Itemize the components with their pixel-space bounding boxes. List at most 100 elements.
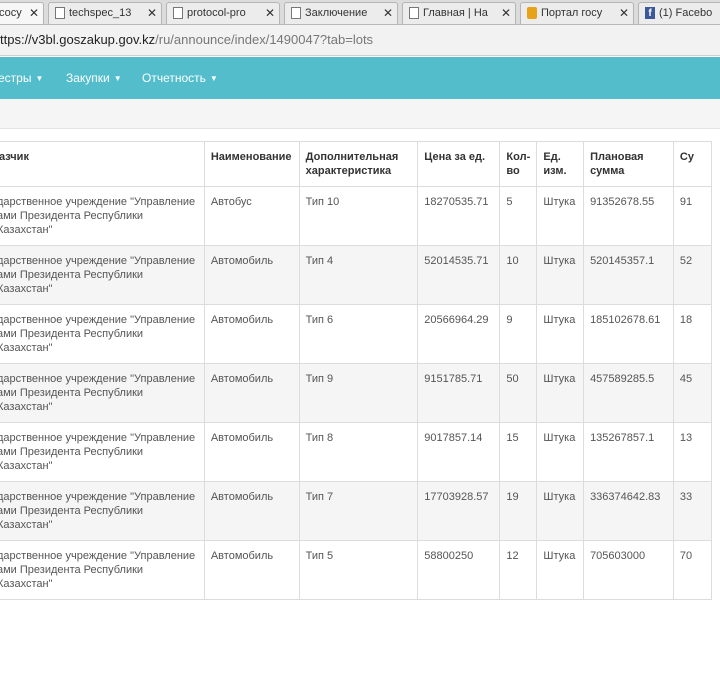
nav-item-registries[interactable]: естры ▼ <box>0 71 43 85</box>
nav-item-reports[interactable]: Отчетность ▼ <box>142 71 218 85</box>
header-sum: Су <box>672 141 713 187</box>
address-bar[interactable]: ttps://v3bl.goszakup.gov.kz/ru/announce/… <box>0 25 720 56</box>
cell-plan: 336374642.83 <box>583 481 674 541</box>
cell-customer: дарственное учреждение "Управление ами П… <box>0 540 205 600</box>
cell-sum: 52 <box>672 245 713 305</box>
page-icon <box>291 7 301 19</box>
lots-table: азчик Наименование Дополнительная характ… <box>0 141 713 600</box>
cell-extra: Тип 9 <box>298 363 419 423</box>
tab-close-icon[interactable]: ✕ <box>265 3 275 23</box>
cell-unit: Штука <box>536 540 585 600</box>
browser-tab[interactable]: Заключение ✕ <box>284 2 398 24</box>
tab-close-icon[interactable]: ✕ <box>501 3 511 23</box>
cell-name: Автомобиль <box>203 363 300 423</box>
tab-title: protocol-pro <box>187 7 246 19</box>
cell-name: Автомобиль <box>203 481 300 541</box>
url-path: /ru/announce/index/1490047?tab=lots <box>155 32 374 47</box>
portal-icon <box>527 7 537 19</box>
nav-item-label: Закупки <box>66 71 110 85</box>
cell-price: 20566964.29 <box>417 304 501 364</box>
cell-extra: Тип 10 <box>298 186 419 246</box>
cell-unit: Штука <box>536 422 585 482</box>
cell-price: 18270535.71 <box>417 186 501 246</box>
caret-down-icon: ▼ <box>209 74 218 84</box>
header-extra: Дополнительная характеристика <box>298 141 419 187</box>
nav-item-purchases[interactable]: Закупки ▼ <box>66 71 122 85</box>
customer-text: дарственное учреждение "Управление ами П… <box>0 373 196 413</box>
customer-text: дарственное учреждение "Управление ами П… <box>0 491 196 531</box>
cell-customer: дарственное учреждение "Управление ами П… <box>0 186 205 246</box>
cell-sum: 13 <box>672 422 713 482</box>
browser-tab[interactable]: f (1) Facebo <box>638 2 720 24</box>
cell-price: 17703928.57 <box>417 481 501 541</box>
tab-title: techspec_13 <box>69 7 132 19</box>
cell-customer: дарственное учреждение "Управление ами П… <box>0 363 205 423</box>
url-text[interactable]: ttps://v3bl.goszakup.gov.kz/ru/announce/… <box>0 32 373 47</box>
table-header-row: азчик Наименование Дополнительная характ… <box>0 141 713 187</box>
cell-unit: Штука <box>536 304 585 364</box>
tab-title: Заключение <box>305 7 368 19</box>
url-host: ttps://v3bl.goszakup.gov.kz <box>0 32 156 47</box>
header-unit: Ед. изм. <box>536 141 585 187</box>
nav-item-label: естры <box>0 71 32 85</box>
table-row[interactable]: дарственное учреждение "Управление ами П… <box>0 481 713 541</box>
table-row[interactable]: дарственное учреждение "Управление ами П… <box>0 186 713 246</box>
cell-plan: 185102678.61 <box>583 304 674 364</box>
browser-tab[interactable]: сосу ✕ <box>0 2 44 24</box>
page-icon <box>173 7 183 19</box>
cell-qty: 12 <box>499 540 538 600</box>
customer-text: дарственное учреждение "Управление ами П… <box>0 196 196 236</box>
cell-extra: Тип 5 <box>298 540 419 600</box>
cell-unit: Штука <box>536 481 585 541</box>
cell-plan: 135267857.1 <box>583 422 674 482</box>
cell-qty: 15 <box>499 422 538 482</box>
customer-text: дарственное учреждение "Управление ами П… <box>0 255 196 295</box>
header-customer: азчик <box>0 141 205 187</box>
table-row[interactable]: дарственное учреждение "Управление ами П… <box>0 363 713 423</box>
browser-tab[interactable]: Главная | На ✕ <box>402 2 516 24</box>
browser-tab[interactable]: techspec_13 ✕ <box>48 2 162 24</box>
cell-name: Автомобиль <box>203 304 300 364</box>
cell-customer: дарственное учреждение "Управление ами П… <box>0 422 205 482</box>
cell-customer: дарственное учреждение "Управление ами П… <box>0 481 205 541</box>
browser-tab[interactable]: Портал госу ✕ <box>520 2 634 24</box>
cell-extra: Тип 7 <box>298 481 419 541</box>
tab-title: Портал госу <box>541 7 603 19</box>
cell-price: 9017857.14 <box>417 422 501 482</box>
table-row[interactable]: дарственное учреждение "Управление ами П… <box>0 245 713 305</box>
table-row[interactable]: дарственное учреждение "Управление ами П… <box>0 540 713 600</box>
cell-customer: дарственное учреждение "Управление ами П… <box>0 245 205 305</box>
customer-text: дарственное учреждение "Управление ами П… <box>0 432 196 472</box>
tab-title: (1) Facebo <box>659 7 713 19</box>
tab-title: сосу <box>0 7 22 19</box>
caret-down-icon: ▼ <box>113 74 122 84</box>
cell-unit: Штука <box>536 245 585 305</box>
nav-item-label: Отчетность <box>142 71 206 85</box>
header-qty: Кол-во <box>499 141 538 187</box>
cell-unit: Штука <box>536 363 585 423</box>
header-name: Наименование <box>203 141 300 187</box>
cell-sum: 70 <box>672 540 713 600</box>
tab-close-icon[interactable]: ✕ <box>29 3 39 23</box>
site-navbar: естры ▼ Закупки ▼ Отчетность ▼ <box>0 57 720 99</box>
tab-close-icon[interactable]: ✕ <box>619 3 629 23</box>
cell-name: Автомобиль <box>203 540 300 600</box>
cell-name: Автомобиль <box>203 245 300 305</box>
browser-tab-strip: сосу ✕ techspec_13 ✕ protocol-pro ✕ Закл… <box>0 0 720 25</box>
tab-close-icon[interactable]: ✕ <box>147 3 157 23</box>
cell-extra: Тип 8 <box>298 422 419 482</box>
cell-extra: Тип 6 <box>298 304 419 364</box>
cell-plan: 705603000 <box>583 540 674 600</box>
cell-plan: 91352678.55 <box>583 186 674 246</box>
tab-close-icon[interactable]: ✕ <box>383 3 393 23</box>
cell-price: 52014535.71 <box>417 245 501 305</box>
cell-qty: 9 <box>499 304 538 364</box>
table-row[interactable]: дарственное учреждение "Управление ами П… <box>0 304 713 364</box>
facebook-icon: f <box>645 7 655 19</box>
table-row[interactable]: дарственное учреждение "Управление ами П… <box>0 422 713 482</box>
header-plan: Плановая сумма <box>583 141 674 187</box>
cell-sum: 45 <box>672 363 713 423</box>
cell-qty: 50 <box>499 363 538 423</box>
browser-tab[interactable]: protocol-pro ✕ <box>166 2 280 24</box>
cell-unit: Штука <box>536 186 585 246</box>
